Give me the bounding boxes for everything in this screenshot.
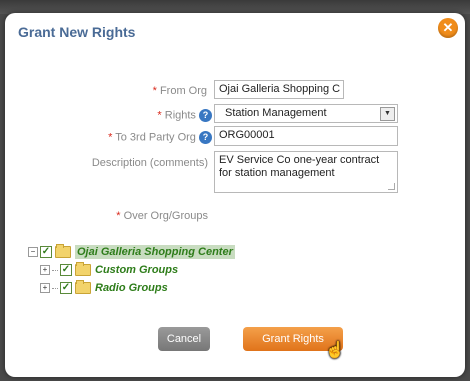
tree-label-root[interactable]: Ojai Galleria Shopping Center — [75, 245, 235, 259]
to-org-field[interactable]: ORG00001 — [214, 126, 398, 146]
expand-icon[interactable]: + — [40, 265, 50, 275]
tree-node-root: − ✓ Ojai Galleria Shopping Center — [28, 244, 235, 259]
checkbox-checked-icon[interactable]: ✓ — [60, 264, 72, 276]
to-org-label: * To 3rd Party Org ? — [80, 131, 212, 144]
grant-rights-dialog — [5, 13, 465, 377]
help-icon[interactable]: ? — [199, 131, 212, 144]
folder-icon — [55, 244, 71, 258]
description-text: EV Service Co one-year contract for stat… — [219, 154, 380, 179]
resize-grip-icon[interactable] — [388, 183, 395, 190]
expand-icon[interactable]: + — [40, 283, 50, 293]
tree-node-custom-groups: + ✓ Custom Groups — [40, 262, 178, 276]
checkbox-checked-icon[interactable]: ✓ — [40, 246, 52, 258]
rights-select[interactable]: Station Management ▼ — [214, 104, 398, 123]
rights-label: * Rights ? — [130, 109, 212, 122]
help-icon[interactable]: ? — [199, 109, 212, 122]
from-org-label: * From Org — [152, 85, 207, 97]
tree-connector — [52, 269, 58, 271]
tree-label-radio-groups[interactable]: Radio Groups — [95, 282, 168, 294]
hand-cursor-icon: ☝ — [325, 342, 345, 359]
chevron-down-icon[interactable]: ▼ — [380, 107, 395, 121]
over-groups-label: * Over Org/Groups — [116, 210, 208, 222]
close-icon[interactable]: ✕ — [438, 18, 458, 38]
description-textarea[interactable]: EV Service Co one-year contract for stat… — [214, 151, 398, 193]
folder-icon — [75, 262, 91, 276]
backdrop — [0, 0, 470, 14]
description-label: Description (comments) — [91, 157, 208, 169]
tree-label-custom-groups[interactable]: Custom Groups — [95, 264, 178, 276]
checkbox-checked-icon[interactable]: ✓ — [60, 282, 72, 294]
tree-node-radio-groups: + ✓ Radio Groups — [40, 280, 168, 294]
dialog-title: Grant New Rights — [18, 24, 136, 40]
rights-select-value: Station Management — [225, 107, 327, 119]
tree-connector — [52, 287, 58, 289]
folder-icon — [75, 280, 91, 294]
cancel-button[interactable]: Cancel — [158, 327, 210, 351]
collapse-icon[interactable]: − — [28, 247, 38, 257]
from-org-field[interactable]: Ojai Galleria Shopping C — [214, 80, 344, 99]
